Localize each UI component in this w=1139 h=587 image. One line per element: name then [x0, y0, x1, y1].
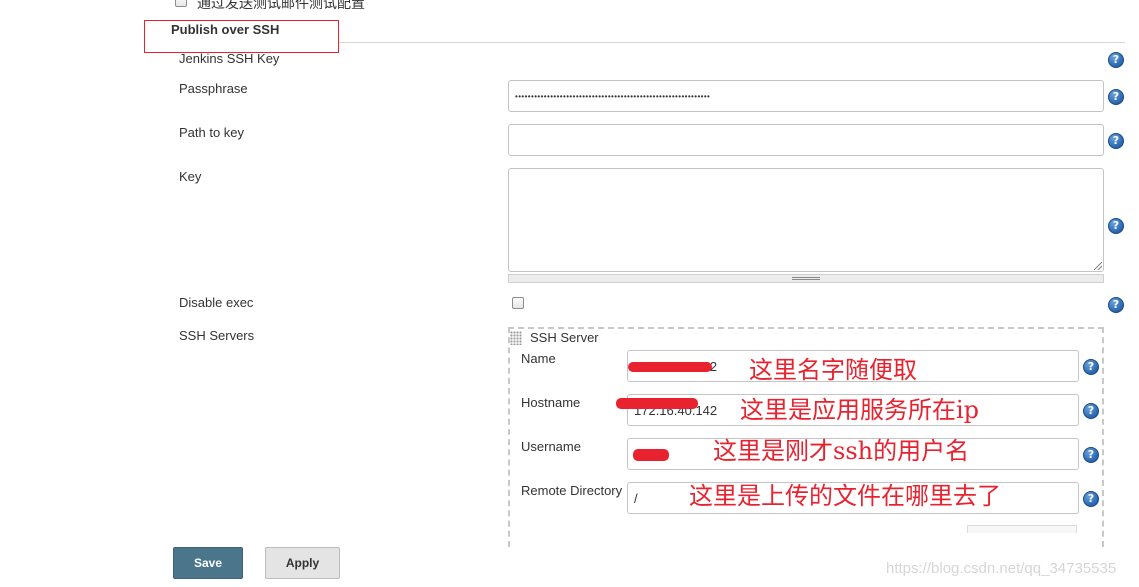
save-button[interactable]: Save	[173, 547, 243, 579]
advanced-button[interactable]	[967, 525, 1077, 533]
help-icon[interactable]: ?	[1108, 89, 1124, 105]
path-to-key-input[interactable]	[508, 124, 1104, 156]
help-icon[interactable]: ?	[1108, 297, 1124, 313]
passphrase-label: Passphrase	[179, 81, 248, 96]
expand-handle-icon	[792, 277, 820, 280]
ssh-servers-label: SSH Servers	[179, 328, 255, 343]
watermark: https://blog.csdn.net/qq_34735535	[886, 560, 1117, 577]
help-icon[interactable]: ?	[1083, 403, 1099, 419]
username-label: Username	[521, 439, 581, 454]
passphrase-value: ••••••••••••••••••••••••••••••••••••••••…	[515, 91, 711, 101]
username-annotation: 这里是刚才ssh的用户名	[713, 437, 970, 465]
apply-button[interactable]: Apply	[265, 547, 340, 579]
help-icon[interactable]: ?	[1108, 52, 1124, 68]
passphrase-input[interactable]: ••••••••••••••••••••••••••••••••••••••••…	[508, 80, 1104, 112]
key-label: Key	[179, 169, 202, 184]
server-name-label: Name	[521, 351, 556, 366]
help-icon[interactable]: ?	[1083, 491, 1099, 507]
ssh-server-title: SSH Server	[530, 330, 599, 345]
test-email-checkbox[interactable]	[175, 0, 187, 7]
textarea-resize-grip-icon[interactable]	[1094, 262, 1102, 270]
key-textarea[interactable]	[508, 168, 1104, 272]
hostname-label: Hostname	[521, 395, 581, 410]
redaction-scribble	[633, 449, 669, 461]
help-icon[interactable]: ?	[1083, 359, 1099, 375]
disable-exec-label: Disable exec	[179, 295, 254, 310]
disable-exec-checkbox[interactable]	[512, 297, 524, 309]
section-divider	[339, 42, 1125, 43]
remote-directory-value: /	[634, 490, 638, 506]
redaction-scribble	[616, 398, 698, 409]
remote-directory-label: Remote Directory	[521, 483, 623, 498]
section-title: Publish over SSH	[171, 22, 280, 37]
help-icon[interactable]: ?	[1108, 133, 1124, 149]
remote-directory-annotation: 这里是上传的文件在哪里去了	[689, 482, 1001, 510]
path-to-key-label: Path to key	[179, 125, 245, 140]
hostname-annotation: 这里是应用服务所在ip	[740, 396, 980, 424]
redaction-scribble	[628, 362, 712, 372]
name-annotation: 这里名字随便取	[749, 356, 917, 384]
drag-handle-icon[interactable]	[510, 331, 522, 345]
help-icon[interactable]: ?	[1083, 447, 1099, 463]
jenkins-ssh-key-label: Jenkins SSH Key	[179, 51, 280, 66]
test-email-label: 通过发送测试邮件测试配置	[197, 0, 365, 11]
help-icon[interactable]: ?	[1108, 218, 1124, 234]
